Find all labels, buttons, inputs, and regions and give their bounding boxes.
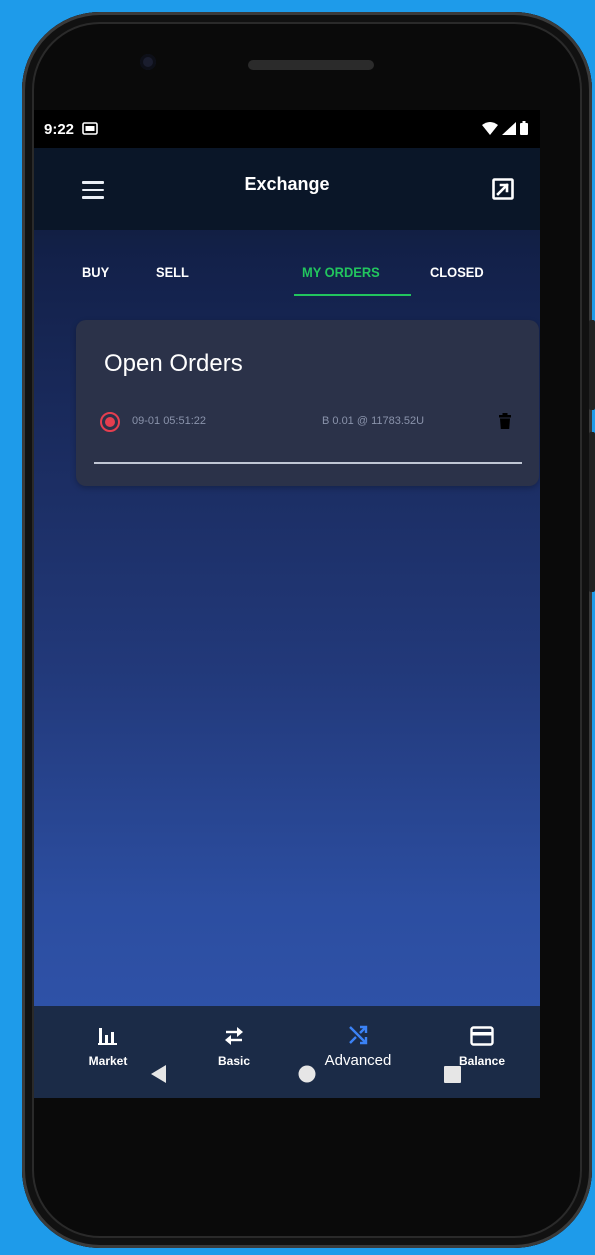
order-select-radio[interactable] bbox=[100, 412, 120, 432]
image-notification-icon bbox=[82, 122, 98, 139]
exchange-app: Exchange BUY SELL MY ORDERS CLOSED Open … bbox=[34, 148, 540, 1098]
tab-buy[interactable]: BUY bbox=[82, 264, 109, 280]
back-icon[interactable] bbox=[150, 1064, 168, 1089]
wifi-icon bbox=[482, 121, 498, 135]
status-icons bbox=[482, 121, 528, 135]
delete-icon[interactable] bbox=[498, 412, 512, 430]
open-orders-card: Open Orders 09-01 05:51:22 B 0.01 @ 1178… bbox=[76, 320, 539, 486]
earpiece-speaker bbox=[248, 60, 374, 70]
screen: 9:22 Exchange BUY SELL MY ORDERS CLOSED … bbox=[34, 110, 540, 1098]
status-time: 9:22 bbox=[44, 121, 75, 138]
status-bar: 9:22 bbox=[34, 110, 540, 148]
card-divider bbox=[94, 462, 522, 464]
active-tab-indicator bbox=[294, 294, 411, 296]
app-bar: Exchange bbox=[34, 148, 540, 230]
order-description: B 0.01 @ 11783.52U bbox=[322, 415, 425, 427]
bar-chart-icon bbox=[48, 1018, 168, 1046]
order-tabs: BUY SELL MY ORDERS CLOSED bbox=[34, 248, 540, 296]
tab-my-orders[interactable]: MY ORDERS bbox=[302, 264, 380, 280]
tab-closed[interactable]: CLOSED bbox=[430, 264, 484, 280]
tab-sell[interactable]: SELL bbox=[156, 264, 189, 280]
recents-icon[interactable] bbox=[444, 1066, 461, 1088]
front-camera bbox=[140, 54, 156, 70]
open-orders-title: Open Orders bbox=[104, 350, 243, 377]
signal-icon bbox=[502, 121, 516, 135]
credit-card-icon bbox=[422, 1018, 540, 1046]
volume-button bbox=[589, 320, 595, 410]
swap-arrows-icon bbox=[174, 1018, 294, 1046]
order-time: 09-01 05:51:22 bbox=[132, 415, 207, 427]
shuffle-icon bbox=[298, 1018, 418, 1046]
power-button bbox=[589, 432, 595, 592]
page-title: Exchange bbox=[244, 174, 330, 194]
battery-icon bbox=[520, 121, 528, 135]
order-row[interactable]: 09-01 05:51:22 B 0.01 @ 11783.52U bbox=[100, 410, 520, 434]
home-icon[interactable] bbox=[298, 1065, 316, 1088]
system-navigation-bar bbox=[34, 1046, 540, 1108]
open-external-icon[interactable] bbox=[492, 178, 514, 200]
